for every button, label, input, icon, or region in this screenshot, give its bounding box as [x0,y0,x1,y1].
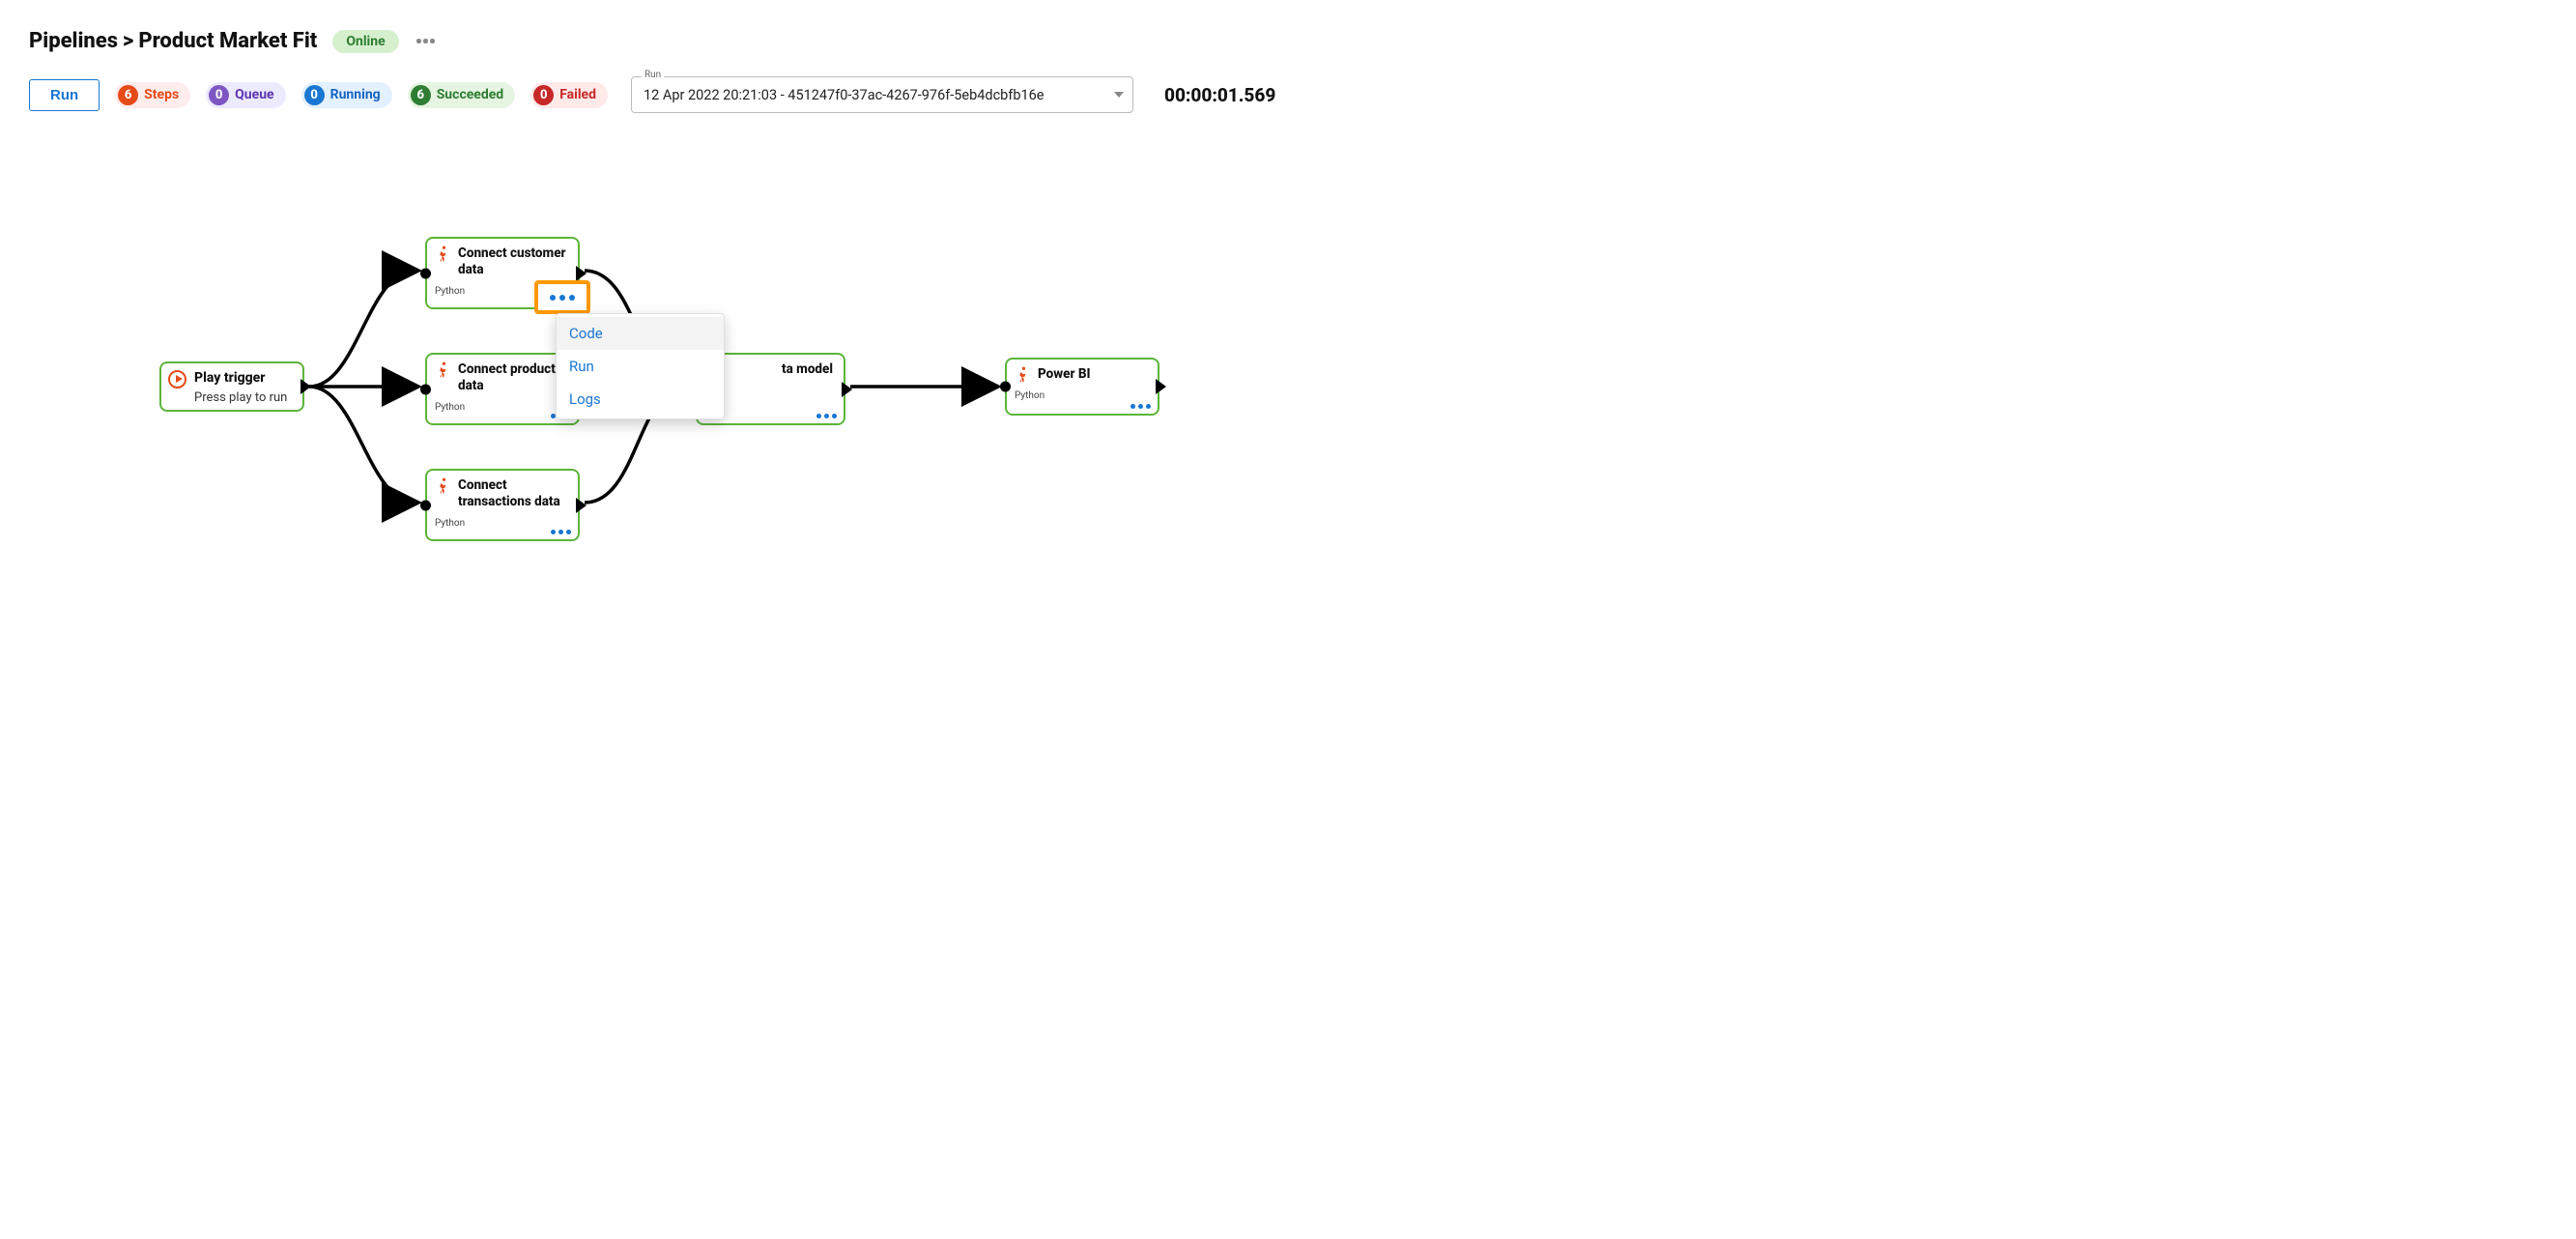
status-badge: Online [332,30,398,53]
chip-queue-label: Queue [235,87,273,102]
chip-succeeded[interactable]: 6 Succeeded [408,82,516,108]
chip-steps-label: Steps [144,87,179,102]
node-play-trigger[interactable]: Play trigger Press play to run [159,361,304,412]
node-title: Connect customer data [458,245,570,278]
node-title: Connect transactions data [458,477,570,510]
port-in[interactable] [420,268,431,278]
node-more-icon-highlighted[interactable] [534,280,590,314]
node-subtitle: Press play to run [194,390,295,406]
node-title: Power BI [1038,366,1150,383]
python-step-icon [1014,366,1031,384]
node-more-icon[interactable] [816,414,837,418]
header-more-icon[interactable] [415,30,438,53]
play-icon [168,370,186,389]
breadcrumb: Pipelines > Product Market Fit [29,29,317,53]
node-title: Play trigger [194,370,295,388]
chip-queue-count: 0 [209,85,229,105]
port-out[interactable] [576,266,587,281]
chip-failed[interactable]: 0 Failed [530,82,608,108]
python-step-icon [434,477,451,495]
node-power-bi[interactable]: Power BI Python [1005,358,1159,416]
chip-failed-label: Failed [559,87,596,102]
node-title-partial: ta model [708,361,836,378]
run-select-value: 12 Apr 2022 20:21:03 - 451247f0-37ac-426… [644,87,1045,103]
node-title: Connect product data [458,361,570,394]
port-in[interactable] [420,384,431,394]
chip-succeeded-count: 6 [411,85,431,105]
chip-queue[interactable]: 0 Queue [206,82,285,108]
menu-item-logs[interactable]: Logs [557,383,724,416]
port-out[interactable] [1156,379,1166,394]
node-connect-transactions-data[interactable]: Connect transactions data Python [425,469,580,541]
chip-running-label: Running [330,87,381,102]
node-more-icon[interactable] [1131,404,1151,409]
chip-succeeded-label: Succeeded [437,87,504,102]
menu-item-run[interactable]: Run [557,350,724,383]
chip-steps-count: 6 [118,85,138,105]
run-select-legend: Run [642,70,664,80]
chevron-down-icon [1114,92,1124,98]
chip-steps[interactable]: 6 Steps [115,82,190,108]
node-language: Python [435,402,570,413]
node-language: Python [435,518,570,529]
node-language: Python [1015,390,1150,401]
run-select[interactable]: Run 12 Apr 2022 20:21:03 - 451247f0-37ac… [631,76,1133,113]
breadcrumb-sep: > [123,29,133,53]
breadcrumb-current[interactable]: Product Market Fit [138,29,317,53]
port-out[interactable] [842,382,852,397]
node-more-icon[interactable] [551,530,571,534]
menu-item-code[interactable]: Code [557,317,724,350]
chip-running[interactable]: 0 Running [301,82,392,108]
port-in[interactable] [1000,382,1011,392]
port-out[interactable] [576,498,587,513]
python-step-icon [434,361,451,379]
node-context-menu: Code Run Logs [556,313,725,419]
chip-failed-count: 0 [533,85,554,105]
chip-running-count: 0 [304,85,325,105]
run-duration: 00:00:01.569 [1164,84,1275,106]
port-in[interactable] [420,500,431,510]
breadcrumb-root[interactable]: Pipelines [29,29,118,53]
port-out[interactable] [301,379,311,394]
python-step-icon [434,245,451,263]
run-button[interactable]: Run [29,79,100,111]
